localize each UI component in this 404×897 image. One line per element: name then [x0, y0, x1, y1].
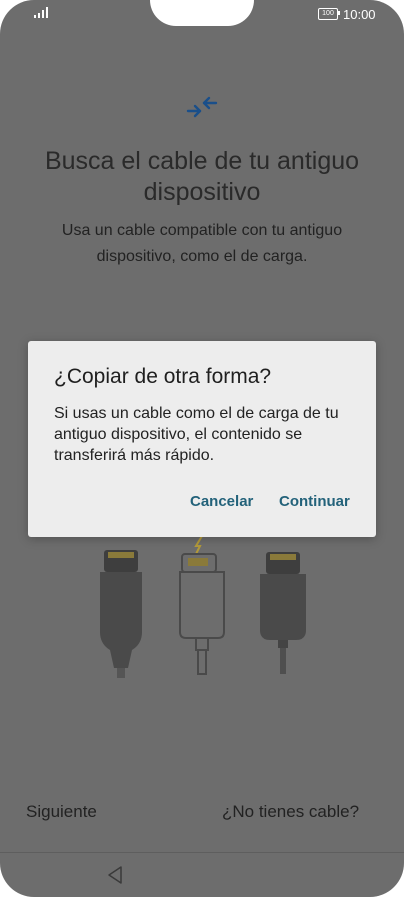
page-title: Busca el cable de tu antiguo dispositivo [44, 147, 360, 206]
transfer-arrows-icon [186, 96, 218, 118]
cable-left-icon [100, 550, 142, 678]
cancel-button[interactable]: Cancelar [190, 493, 253, 510]
dialog-title: ¿Copiar de otra forma? [54, 365, 272, 388]
next-button[interactable]: Siguiente [26, 802, 97, 822]
phone-screen: 100 10:00 Busca el cable de tu antiguo d… [0, 0, 404, 897]
signal-icon [34, 6, 48, 18]
battery-level: 100 [322, 10, 334, 17]
battery-tip [338, 11, 340, 15]
cable-right-icon [260, 552, 306, 674]
battery-icon: 100 [318, 8, 338, 20]
back-triangle-icon[interactable] [106, 865, 124, 885]
clock: 10:00 [343, 7, 376, 22]
continue-button[interactable]: Continuar [279, 493, 350, 510]
dialog-message: Si usas un cable como el de carga de tu … [54, 405, 339, 464]
cable-middle-icon [179, 536, 225, 675]
camera-notch [150, 0, 254, 26]
navigation-bar [0, 852, 404, 897]
copy-method-dialog: ¿Copiar de otra forma? Si usas un cable … [28, 341, 376, 537]
cables-illustration [100, 536, 306, 678]
page-subtitle: Usa un cable compatible con tu antiguo d… [61, 222, 343, 265]
no-cable-button[interactable]: ¿No tienes cable? [222, 802, 359, 822]
